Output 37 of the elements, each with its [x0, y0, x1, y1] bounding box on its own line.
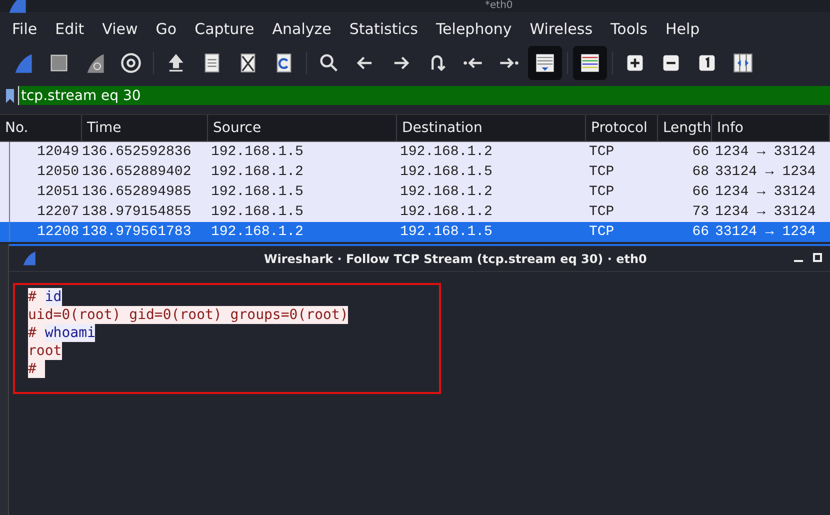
- colored-lines-icon: [579, 52, 601, 74]
- column-header[interactable]: Source: [208, 115, 397, 141]
- stream-text: # id uid=0(root) gid=0(root) groups=0(root) # whoami root #: [28, 288, 350, 378]
- menu-item[interactable]: Telephony: [428, 20, 520, 38]
- settings-icon: [120, 52, 142, 74]
- maximize-button[interactable]: [813, 253, 822, 262]
- packet-row[interactable]: 12207 138.979154855 192.168.1.5 192.168.1.2 TCP 73 1234 → 33124: [0, 202, 830, 222]
- filter-field[interactable]: tcp.stream eq 30: [18, 86, 830, 105]
- packet-row[interactable]: 12208 138.979561783 192.168.1.2 192.168.1.5 TCP 66 33124 → 1234: [0, 222, 830, 242]
- menu-item[interactable]: Statistics: [341, 20, 426, 38]
- packet-row[interactable]: 12050 136.652889402 192.168.1.2 192.168.1.5 TCP 68 33124 → 1234: [0, 162, 830, 182]
- dialog-title: Wireshark · Follow TCP Stream (tcp.stream eq 30) · eth0: [264, 252, 647, 266]
- stop-icon: [48, 52, 70, 74]
- column-header[interactable]: Destination: [397, 115, 586, 141]
- menu-item[interactable]: Go: [148, 20, 185, 38]
- menu-item[interactable]: Capture: [186, 20, 262, 38]
- menu-item[interactable]: Help: [657, 20, 708, 38]
- shark-fin-icon: [21, 250, 37, 266]
- menu-item[interactable]: Edit: [47, 20, 92, 38]
- toolbar-button[interactable]: [528, 46, 562, 80]
- packet-row[interactable]: 12051 136.652894985 192.168.1.5 192.168.1.2 TCP 66 1234 → 33124: [0, 182, 830, 202]
- column-header[interactable]: Info: [712, 115, 830, 141]
- column-header[interactable]: Protocol: [586, 115, 658, 141]
- menu-item[interactable]: Wireless: [522, 20, 601, 38]
- window-title: *eth0: [485, 0, 513, 12]
- toolbar-button[interactable]: [573, 46, 607, 80]
- menu-item[interactable]: Analyze: [264, 20, 340, 38]
- packet-row[interactable]: 12049 136.652592836 192.168.1.5 192.168.1.2 TCP 66 1234 → 33124: [0, 142, 830, 162]
- menu-item[interactable]: Tools: [602, 20, 656, 38]
- columns-icon: [732, 52, 754, 74]
- menu-item[interactable]: File: [4, 20, 46, 38]
- menu-item[interactable]: View: [94, 20, 146, 38]
- column-header[interactable]: Length: [658, 115, 712, 141]
- bookmark-icon[interactable]: [6, 88, 14, 102]
- column-header[interactable]: No.: [0, 115, 82, 141]
- column-header[interactable]: Time: [82, 115, 208, 141]
- search-icon: [318, 52, 340, 74]
